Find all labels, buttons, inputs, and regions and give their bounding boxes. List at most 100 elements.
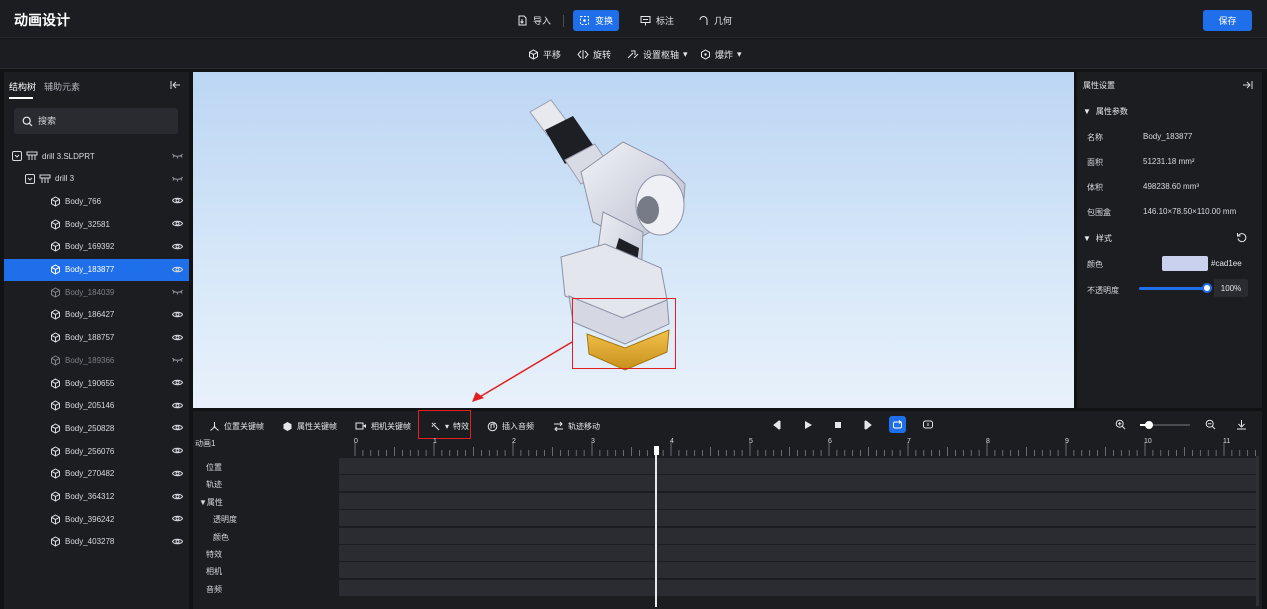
eye-icon[interactable]	[172, 446, 183, 455]
position-keyframe-button[interactable]: 位置关键帧	[209, 419, 264, 433]
rotate-label: 旋转	[593, 49, 612, 60]
collapse-panel-icon[interactable]	[170, 80, 181, 90]
annotate-button[interactable]: 标注	[634, 10, 680, 31]
eye-icon[interactable]	[172, 196, 183, 205]
tree-item[interactable]: Body_766	[4, 190, 189, 212]
reset-icon[interactable]	[1236, 232, 1247, 243]
tab-structure-tree[interactable]: 结构树	[9, 80, 36, 93]
eye-icon[interactable]	[172, 333, 183, 342]
rotate-button[interactable]: 旋转	[577, 47, 611, 61]
eye-icon[interactable]	[172, 423, 183, 432]
track-lane[interactable]	[339, 527, 1259, 544]
eye-closed-icon[interactable]	[172, 151, 183, 160]
property-keyframe-button[interactable]: 属性关键帧	[282, 419, 337, 433]
color-swatch[interactable]	[1162, 256, 1208, 271]
stop-icon[interactable]	[833, 420, 843, 430]
tree-item[interactable]: Body_364312	[4, 486, 189, 508]
geometry-icon	[699, 16, 708, 25]
ruler-tick-label: 9	[1065, 438, 1069, 445]
opacity-slider-handle[interactable]	[1202, 283, 1212, 293]
track-lane[interactable]	[339, 579, 1259, 596]
eye-icon[interactable]	[172, 492, 183, 501]
timeline-zoom-handle[interactable]	[1145, 421, 1153, 429]
trajectory-move-label: 轨迹移动	[568, 421, 600, 431]
geometry-button[interactable]: 几何	[692, 10, 738, 31]
step-forward-icon[interactable]	[863, 420, 873, 430]
eye-icon[interactable]	[172, 219, 183, 228]
step-back-icon[interactable]	[772, 420, 782, 430]
track-lane[interactable]	[339, 510, 1259, 527]
eye-icon[interactable]	[172, 537, 183, 546]
tree-item[interactable]: Body_396242	[4, 508, 189, 530]
tree-item[interactable]: Body_205146	[4, 395, 189, 417]
cube-icon	[50, 219, 61, 230]
expand-toggle-icon[interactable]	[12, 151, 22, 161]
tree-item[interactable]: Body_190655	[4, 372, 189, 394]
eye-icon[interactable]	[172, 469, 183, 478]
import-button[interactable]: 导入	[511, 10, 557, 31]
tree-item[interactable]: Body_189366	[4, 349, 189, 371]
ruler-tick-label: 5	[749, 438, 753, 445]
download-icon[interactable]	[1236, 419, 1247, 430]
audio-icon	[487, 421, 498, 431]
search-box[interactable]	[14, 108, 178, 134]
search-input[interactable]	[38, 116, 158, 126]
camera-keyframe-button[interactable]: 相机关键帧	[355, 419, 411, 433]
eye-icon[interactable]	[172, 514, 183, 523]
eye-icon[interactable]	[172, 401, 183, 410]
play-once-icon[interactable]	[922, 419, 934, 430]
insert-audio-button[interactable]: 插入音频	[487, 419, 534, 433]
transform-button[interactable]: 变换	[573, 10, 620, 31]
tree-node[interactable]: drill 3	[4, 168, 189, 190]
tree-item[interactable]: Body_250828	[4, 417, 189, 439]
params-section-header[interactable]: ▼ 属性参数	[1083, 106, 1128, 117]
trajectory-move-button[interactable]: 轨迹移动	[553, 419, 600, 433]
play-icon[interactable]	[803, 420, 813, 430]
params-section-title: 属性参数	[1095, 107, 1128, 116]
tree-item[interactable]: Body_403278	[4, 531, 189, 553]
zoom-in-icon[interactable]	[1115, 419, 1126, 430]
tree-item[interactable]: Body_270482	[4, 463, 189, 485]
style-section-header[interactable]: ▼ 样式	[1083, 233, 1112, 244]
eye-closed-icon[interactable]	[172, 355, 183, 364]
timeline-ruler[interactable]	[339, 436, 1259, 458]
save-button[interactable]: 保存	[1203, 10, 1252, 31]
tree-item[interactable]: Body_184039	[4, 281, 189, 303]
tree-item[interactable]: Body_188757	[4, 327, 189, 349]
tree-item[interactable]: Body_169392	[4, 236, 189, 258]
tree-item[interactable]: Body_256076	[4, 440, 189, 462]
eye-icon[interactable]	[172, 378, 183, 387]
eye-icon[interactable]	[172, 310, 183, 319]
track-lane[interactable]	[339, 475, 1259, 492]
eye-closed-icon[interactable]	[172, 287, 183, 296]
timeline-scrollbar[interactable]	[1256, 456, 1259, 606]
expand-panel-icon[interactable]	[1242, 80, 1253, 90]
tree-item-label: Body_403278	[65, 537, 115, 547]
playhead-handle[interactable]	[653, 446, 659, 455]
eye-icon[interactable]	[172, 265, 183, 274]
explode-dropdown[interactable]: 爆炸 ▾	[700, 47, 742, 61]
tree-item[interactable]: Body_186427	[4, 304, 189, 326]
tree-item[interactable]: Body_32581	[4, 213, 189, 235]
translate-button[interactable]: 平移	[528, 47, 561, 61]
zoom-out-icon[interactable]	[1205, 419, 1216, 430]
tree-item[interactable]: Body_183877	[4, 258, 189, 281]
loop-toggle[interactable]	[889, 416, 906, 433]
expand-toggle-icon[interactable]	[25, 173, 35, 184]
animation-name: 动画1	[195, 439, 216, 448]
track-lane[interactable]	[339, 562, 1259, 579]
eye-closed-icon[interactable]	[172, 174, 183, 183]
eye-icon[interactable]	[172, 242, 183, 251]
tree-item-label: Body_205146	[65, 401, 115, 411]
opacity-slider[interactable]	[1139, 287, 1207, 290]
color-hex-value[interactable]: #cad1ee	[1211, 259, 1242, 268]
set-axis-dropdown[interactable]: 设置枢轴 ▾	[627, 47, 688, 61]
track-lane[interactable]	[339, 545, 1259, 561]
property-keyframe-icon	[283, 421, 292, 431]
tree-node[interactable]: drill 3.SLDPRT	[4, 145, 189, 167]
track-lane[interactable]	[339, 458, 1259, 474]
tab-auxiliary-elements[interactable]: 辅助元素	[44, 80, 80, 93]
track-lane[interactable]	[339, 492, 1259, 509]
playhead[interactable]	[655, 446, 658, 607]
opacity-value-input[interactable]: 100%	[1214, 279, 1248, 297]
